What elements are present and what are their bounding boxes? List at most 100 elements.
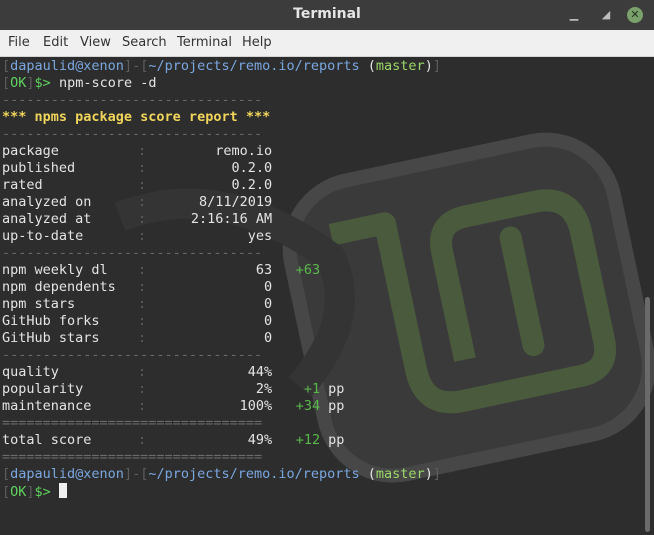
row-colon: :: [138, 432, 147, 448]
row-unit: pp: [328, 381, 345, 397]
row-colon: :: [138, 262, 147, 278]
command-text: npm-score -d: [58, 75, 157, 91]
row-label: maintenance: [2, 398, 92, 414]
row-label: rated: [2, 177, 43, 193]
total-delta: +12: [295, 432, 321, 448]
double-separator: ================================: [2, 449, 263, 465]
report-row: up-to-date: yes: [2, 228, 272, 245]
report-row: package: remo.io: [2, 143, 272, 160]
row-value: 100%: [239, 398, 273, 414]
row-value: 0: [264, 296, 273, 312]
report-row: maintenance: 100% +34 pp: [2, 398, 344, 415]
row-label: GitHub forks: [2, 313, 100, 329]
maximize-icon[interactable]: ◢: [599, 8, 613, 22]
prompt-path: ~/projects/remo.io/reports: [148, 58, 360, 74]
prompt-symbol: $>: [34, 75, 51, 91]
row-label: npm stars: [2, 296, 76, 312]
menu-edit[interactable]: Edit: [43, 35, 68, 50]
row-value: 0.2.0: [231, 177, 273, 193]
row-value: 63: [255, 262, 273, 278]
row-value: 0: [264, 313, 273, 329]
row-colon: :: [138, 228, 147, 244]
row-label: up-to-date: [2, 228, 84, 244]
row-colon: :: [138, 330, 147, 346]
row-colon: :: [138, 194, 147, 210]
report-row: published: 0.2.0: [2, 160, 272, 177]
row-value: 0.2.0: [231, 160, 273, 176]
minimize-icon[interactable]: ▁: [567, 8, 581, 22]
row-value: 0: [264, 330, 273, 346]
row-delta: +34: [295, 398, 321, 414]
terminal-output[interactable]: [dapaulid@xenon]-[~/projects/remo.io/rep…: [0, 57, 654, 535]
report-row: analyzed at: 2:16:16 AM: [2, 211, 272, 228]
row-colon: :: [138, 279, 147, 295]
report-row: quality: 44%: [2, 364, 272, 381]
row-label: package: [2, 143, 59, 159]
menu-help[interactable]: Help: [242, 35, 272, 50]
report-row: GitHub stars: 0: [2, 330, 272, 347]
report-heading: *** npms package score report ***: [2, 109, 271, 125]
report-row: analyzed on: 8/11/2019: [2, 194, 272, 211]
row-label: published: [2, 160, 76, 176]
menu-terminal[interactable]: Terminal: [177, 35, 232, 50]
separator: --------------------------------: [2, 126, 263, 142]
terminal-window: Terminal ▁ ◢ ✕ File Edit View Search Ter…: [0, 0, 654, 535]
title-bar[interactable]: Terminal ▁ ◢ ✕: [0, 0, 654, 30]
row-label: npm dependents: [2, 279, 116, 295]
prompt-symbol: $>: [34, 484, 51, 500]
row-colon: :: [138, 211, 147, 227]
menu-search[interactable]: Search: [122, 35, 167, 50]
row-delta: +63: [295, 262, 321, 278]
prompt-ok: OK: [10, 75, 27, 91]
row-label: analyzed at: [2, 211, 92, 227]
row-colon: :: [138, 296, 147, 312]
window-title: Terminal: [293, 6, 361, 22]
separator: --------------------------------: [2, 245, 263, 261]
row-value: 0: [264, 279, 273, 295]
row-value: remo.io: [215, 143, 273, 159]
prompt-user-host: dapaulid@xenon: [10, 466, 124, 482]
row-colon: :: [138, 313, 147, 329]
text-cursor: [58, 483, 67, 498]
row-delta: +1: [303, 381, 321, 397]
separator: --------------------------------: [2, 92, 263, 108]
menu-view[interactable]: View: [80, 35, 111, 50]
row-value: 8/11/2019: [198, 194, 273, 210]
prompt-line: [dapaulid@xenon]-[~/projects/remo.io/rep…: [2, 466, 441, 482]
row-colon: :: [138, 381, 147, 397]
row-label: popularity: [2, 381, 84, 397]
total-unit: pp: [328, 432, 345, 448]
row-unit: pp: [328, 398, 345, 414]
row-label: analyzed on: [2, 194, 92, 210]
total-label: total score: [2, 432, 92, 448]
report-row: popularity: 2% +1 pp: [2, 381, 344, 398]
row-colon: :: [138, 143, 147, 159]
prompt-user-host: dapaulid@xenon: [10, 58, 124, 74]
menu-file[interactable]: File: [8, 35, 30, 50]
total-value: 49%: [247, 432, 273, 448]
row-colon: :: [138, 160, 147, 176]
report-row: npm stars: 0: [2, 296, 272, 313]
prompt-branch: master: [375, 466, 425, 482]
active-prompt-line[interactable]: [OK]$>: [2, 483, 67, 500]
scrollbar[interactable]: [645, 297, 650, 532]
row-value: 2%: [255, 381, 273, 397]
row-label: quality: [2, 364, 59, 380]
row-value: 44%: [247, 364, 273, 380]
report-row: rated: 0.2.0: [2, 177, 272, 194]
report-row: npm dependents: 0: [2, 279, 272, 296]
row-value: 2:16:16 AM: [190, 211, 273, 227]
row-value: yes: [247, 228, 273, 244]
double-separator: ================================: [2, 415, 263, 431]
prompt-branch: master: [375, 58, 425, 74]
report-row: GitHub forks: 0: [2, 313, 272, 330]
prompt-ok: OK: [10, 484, 27, 500]
row-label: npm weekly dl: [2, 262, 108, 278]
total-row: total score: 49% +12 pp: [2, 432, 344, 449]
prompt-line: [dapaulid@xenon]-[~/projects/remo.io/rep…: [2, 58, 441, 74]
menu-bar: File Edit View Search Terminal Help: [0, 30, 654, 57]
close-icon[interactable]: ✕: [627, 7, 643, 23]
row-colon: :: [138, 364, 147, 380]
separator: --------------------------------: [2, 347, 263, 363]
prompt-path: ~/projects/remo.io/reports: [148, 466, 360, 482]
